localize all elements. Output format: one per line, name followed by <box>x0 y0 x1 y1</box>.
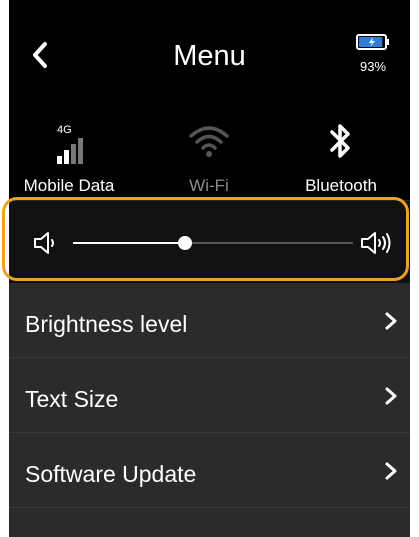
wifi-icon <box>189 126 229 157</box>
chevron-right-icon <box>385 312 397 330</box>
quick-toggle-label: Mobile Data <box>23 176 115 195</box>
volume-slider[interactable] <box>73 236 353 250</box>
page-title: Menu <box>173 40 246 72</box>
volume-slider-thumb[interactable] <box>178 236 192 250</box>
menu-item-brightness[interactable]: Brightness level <box>9 283 410 358</box>
chevron-right-icon <box>385 462 397 480</box>
quick-toggle-label: Bluetooth <box>305 176 377 195</box>
volume-high-icon[interactable] <box>360 229 392 257</box>
menu-item-label: Software Update <box>25 461 197 487</box>
bluetooth-icon <box>330 124 350 158</box>
header: Menu 93% <box>9 0 410 110</box>
menu-item-software-update[interactable]: Software Update <box>9 433 410 508</box>
battery-percent: 93% <box>359 59 387 74</box>
settings-list: Brightness level Text Size Software Upda… <box>9 283 410 537</box>
chevron-right-icon <box>385 387 397 405</box>
menu-item-label: Brightness level <box>25 311 188 337</box>
menu-item-text-size[interactable]: Text Size <box>9 358 410 433</box>
quick-toggle-mobile-data[interactable]: 4G Mobile Data <box>9 118 129 196</box>
volume-slider-fill <box>73 242 185 244</box>
network-badge: 4G <box>57 124 72 136</box>
phone-screen: Menu 93% 4G Mobile Data Wi-Fi Bluetooth … <box>9 0 410 537</box>
menu-item-label: Text Size <box>25 386 119 412</box>
volume-low-icon[interactable] <box>33 229 57 257</box>
quick-toggle-wifi[interactable]: Wi-Fi <box>149 118 269 196</box>
signal-bars-icon <box>57 138 83 164</box>
quick-settings: 4G Mobile Data Wi-Fi Bluetooth <box>9 118 410 198</box>
quick-toggle-bluetooth[interactable]: Bluetooth <box>281 118 401 196</box>
battery-icon <box>356 34 389 50</box>
battery-indicator: 93% <box>352 34 394 74</box>
quick-toggle-label: Wi-Fi <box>189 176 229 195</box>
